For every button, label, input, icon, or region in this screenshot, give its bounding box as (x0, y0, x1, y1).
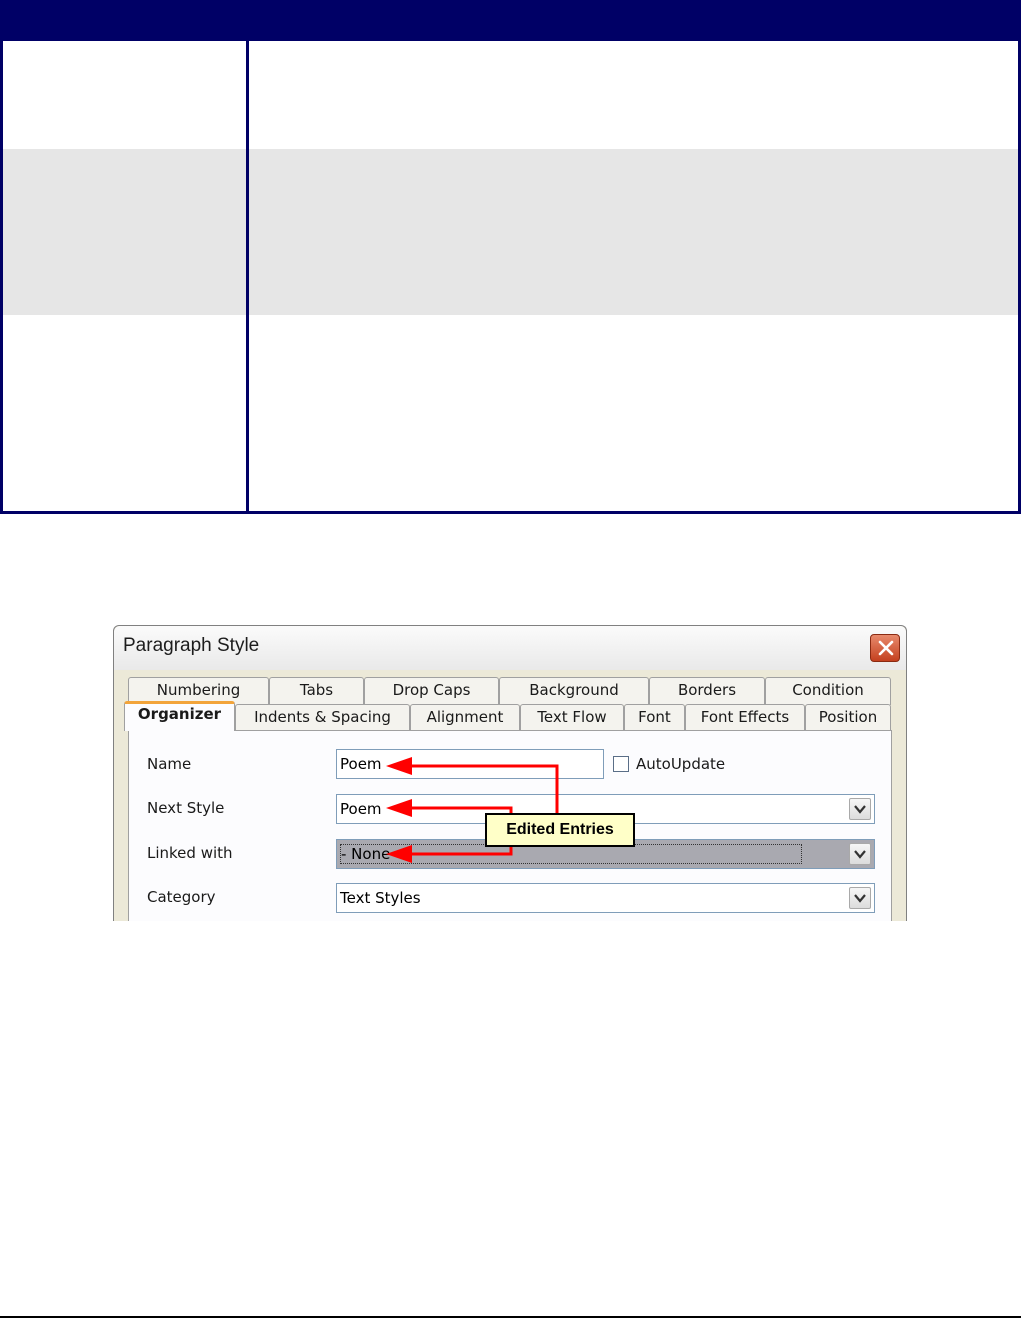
next-style-value: Poem (340, 800, 382, 818)
linked-with-dropdown-button[interactable] (849, 843, 871, 865)
linked-with-label: Linked with (147, 844, 233, 862)
close-icon (878, 640, 894, 656)
name-label: Name (147, 755, 192, 773)
dialog-title: Paragraph Style (123, 635, 260, 656)
category-dropdown-button[interactable] (849, 887, 871, 909)
tab-position[interactable]: Position (805, 704, 891, 731)
table-row (3, 315, 1018, 511)
close-button[interactable] (870, 634, 900, 662)
document-table (0, 0, 1021, 514)
tab-borders[interactable]: Borders (649, 677, 765, 705)
chevron-down-icon (854, 894, 866, 903)
edited-entries-callout: Edited Entries (485, 813, 635, 847)
tab-background[interactable]: Background (499, 677, 649, 705)
dialog-titlebar: Paragraph Style (114, 626, 906, 670)
next-style-dropdown-button[interactable] (849, 798, 871, 820)
autoupdate-checkbox[interactable] (613, 756, 629, 772)
tab-condition[interactable]: Condition (765, 677, 891, 705)
tab-text-flow[interactable]: Text Flow (520, 704, 624, 731)
name-input[interactable]: Poem (336, 749, 604, 779)
paragraph-style-dialog: Paragraph Style Numbering Tabs Drop Caps… (113, 625, 907, 921)
table-row (3, 41, 1018, 149)
category-label: Category (147, 888, 216, 906)
tab-tabs[interactable]: Tabs (269, 677, 364, 705)
tab-alignment[interactable]: Alignment (410, 704, 520, 731)
table-row (3, 149, 1018, 315)
table-column-divider (246, 41, 249, 511)
tab-indents-spacing[interactable]: Indents & Spacing (235, 704, 410, 731)
tab-font-effects[interactable]: Font Effects (685, 704, 805, 731)
table-header-row (0, 0, 1021, 41)
chevron-down-icon (854, 850, 866, 859)
autoupdate-label: AutoUpdate (636, 755, 726, 773)
chevron-down-icon (854, 805, 866, 814)
category-select[interactable]: Text Styles (336, 883, 875, 913)
tab-organizer[interactable]: Organizer (124, 701, 235, 731)
tab-drop-caps[interactable]: Drop Caps (364, 677, 499, 705)
next-style-label: Next Style (147, 799, 225, 817)
tab-font[interactable]: Font (624, 704, 685, 731)
linked-with-value: - None - (340, 844, 802, 864)
category-value: Text Styles (340, 889, 421, 907)
page-footer-rule (0, 1316, 1021, 1318)
